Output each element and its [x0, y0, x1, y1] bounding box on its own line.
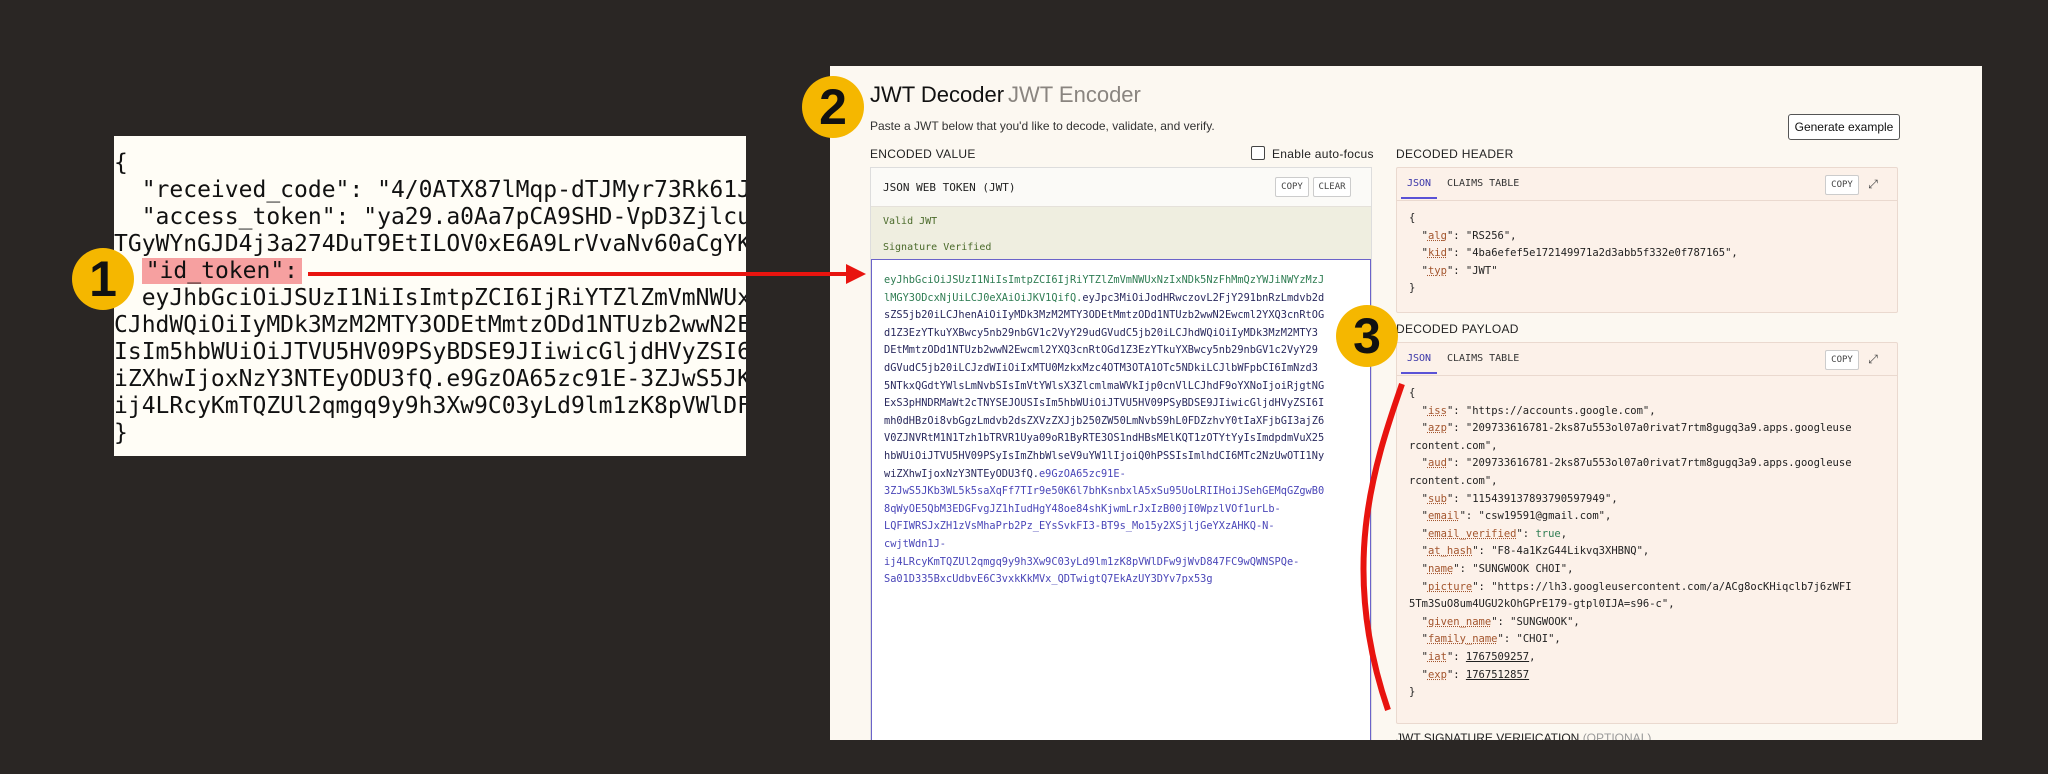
jwt-debugger-app: JWT Decoder JWT Encoder Paste a JWT belo… — [830, 66, 1982, 740]
json-line: TGyWYnGJD4j3a274DuT9EtILOV0xE6A9LrVvaNv6… — [114, 231, 746, 257]
tab-header-claims-table[interactable]: CLAIMS TABLE — [1447, 178, 1519, 189]
auto-focus-label[interactable]: Enable auto-focus — [1272, 147, 1374, 161]
json-response-panel: { "received_code": "4/0ATX87lMqp-dTJMyr7… — [114, 136, 746, 456]
active-tab-indicator — [1401, 197, 1437, 199]
clear-token-button[interactable]: CLEAR — [1313, 177, 1351, 197]
expand-icon[interactable]: ⤢ — [1865, 175, 1881, 193]
tab-payload-claims-table[interactable]: CLAIMS TABLE — [1447, 353, 1519, 364]
json-line: "access_token": "ya29.a0Aa7pCA9SHD-VpD3Z… — [114, 204, 746, 230]
expand-icon[interactable]: ⤢ — [1865, 350, 1881, 368]
signature-verified-status: Signature Verified — [883, 242, 992, 253]
valid-jwt-status: Valid JWT — [883, 216, 938, 227]
id-token-key-highlight: "id_token": — [141, 258, 303, 284]
tab-jwt-encoder[interactable]: JWT Encoder — [1008, 82, 1141, 108]
copy-payload-button[interactable]: COPY — [1825, 350, 1859, 370]
badge-3: 3 — [1336, 305, 1398, 367]
json-line: eyJhbGciOiJSUzI1NiIsImtpZCI6IjRiYTZlZmVm… — [114, 285, 746, 311]
signature-verification-label: JWT SIGNATURE VERIFICATION (OPTIONAL) — [1396, 731, 1652, 740]
json-line: "id_token": — [114, 258, 303, 285]
checkbox-icon[interactable] — [1251, 146, 1265, 160]
payload-tabs: JSON CLAIMS TABLE COPY ⤢ — [1397, 343, 1897, 376]
badge-2: 2 — [802, 76, 864, 138]
decoded-payload-card: JSON CLAIMS TABLE COPY ⤢ { "iss": "https… — [1396, 342, 1898, 724]
json-line: IsIm5hbWUiOiJTVU5HV09PSyBDSE9JIiwicGljdH… — [114, 339, 746, 365]
encoded-token-card: JSON WEB TOKEN (JWT) COPY CLEAR Valid JW… — [870, 167, 1372, 740]
token-input[interactable]: eyJhbGciOiJSUzI1NiIsImtpZCI6IjRiYTZlZmVm… — [871, 259, 1371, 740]
badge-1: 1 — [72, 248, 134, 310]
decoded-header-json: { "alg": "RS256", "kid": "4ba6efef5e1721… — [1409, 212, 1738, 295]
encoded-card-header: JSON WEB TOKEN (JWT) COPY CLEAR — [871, 168, 1371, 207]
json-line: CJhdWQiOiIyMDk3MzM2MTY3ODEtMmtzODd1NTUzb… — [114, 312, 746, 338]
encoded-card-title: JSON WEB TOKEN (JWT) — [883, 181, 1016, 194]
tab-payload-json[interactable]: JSON — [1407, 353, 1431, 364]
json-line: iZXhwIjoxNzY3NTEyODU3fQ.e9GzOA65zc91E-3Z… — [114, 366, 746, 392]
tab-jwt-decoder[interactable]: JWT Decoder — [870, 82, 1004, 108]
decoded-header-label: DECODED HEADER — [1396, 147, 1514, 161]
json-line: { — [114, 150, 128, 176]
json-line: "received_code": "4/0ATX87lMqp-dTJMyr73R… — [114, 177, 746, 203]
json-line: ij4LRcyKmTQZUl2qmgq9y9h3Xw9C03yLd9lm1zK8… — [114, 393, 746, 419]
decoded-payload-json: { "iss": "https://accounts.google.com", … — [1409, 387, 1852, 699]
json-line: } — [114, 420, 128, 446]
tab-header-json[interactable]: JSON — [1407, 178, 1431, 189]
header-tabs: JSON CLAIMS TABLE COPY ⤢ — [1397, 168, 1897, 201]
page-subtitle: Paste a JWT below that you'd like to dec… — [870, 119, 1215, 133]
copy-token-button[interactable]: COPY — [1275, 177, 1309, 197]
validation-status: Valid JWT Signature Verified — [871, 207, 1371, 260]
decoded-header-card: JSON CLAIMS TABLE COPY ⤢ { "alg": "RS256… — [1396, 167, 1898, 313]
generate-example-button[interactable]: Generate example — [1788, 114, 1900, 140]
active-tab-indicator — [1401, 372, 1437, 374]
encoded-value-label: ENCODED VALUE — [870, 147, 976, 161]
encoded-token-text: eyJhbGciOiJSUzI1NiIsImtpZCI6IjRiYTZlZmVm… — [884, 274, 1325, 586]
copy-header-button[interactable]: COPY — [1825, 175, 1859, 195]
decoded-payload-label: DECODED PAYLOAD — [1396, 322, 1519, 336]
